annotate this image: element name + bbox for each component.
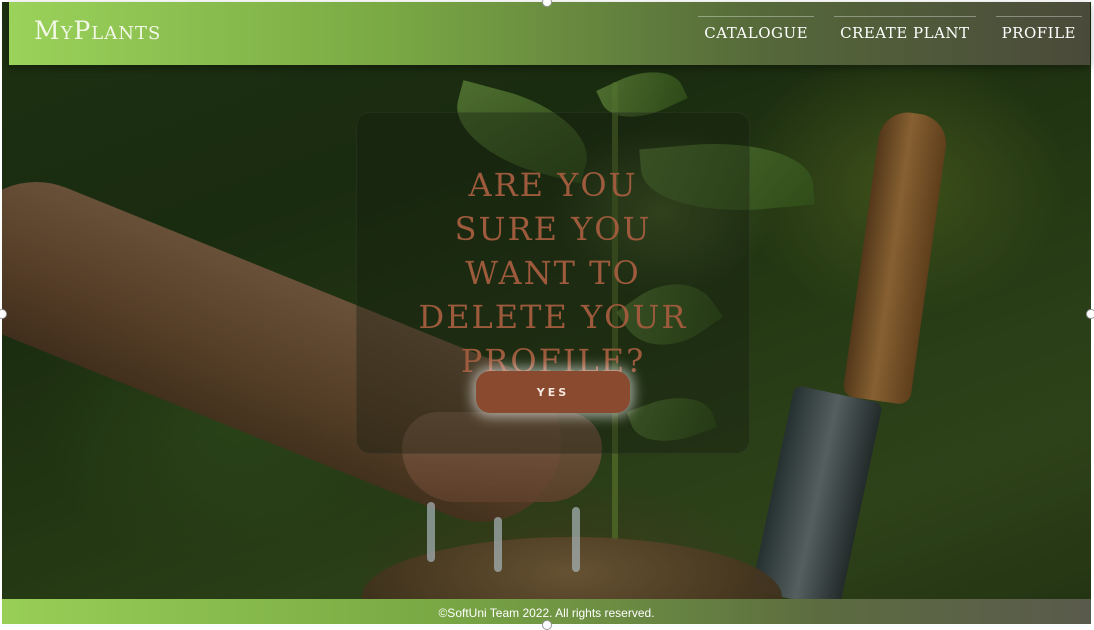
page-frame: Are you sure you want to delete your pro…: [2, 2, 1091, 624]
nav-catalogue[interactable]: CATALOGUE: [698, 16, 815, 46]
header-bar: MyPlants CATALOGUE CREATE PLANT PROFILE: [9, 2, 1090, 65]
main-nav: CATALOGUE CREATE PLANT PROFILE: [698, 16, 1082, 46]
selection-handle-right: [1086, 309, 1094, 319]
confirm-delete-button[interactable]: YES: [476, 371, 630, 413]
nav-profile[interactable]: PROFILE: [995, 16, 1082, 46]
delete-profile-dialog: Are you sure you want to delete your pro…: [356, 112, 750, 454]
footer-copyright: ©SoftUni Team 2022. All rights reserved.: [438, 606, 655, 620]
dialog-title: Are you sure you want to delete your pro…: [418, 166, 688, 380]
nav-create-plant[interactable]: CREATE PLANT: [834, 16, 976, 46]
logo-link[interactable]: MyPlants: [34, 16, 161, 45]
selection-handle-bottom: [542, 620, 552, 630]
